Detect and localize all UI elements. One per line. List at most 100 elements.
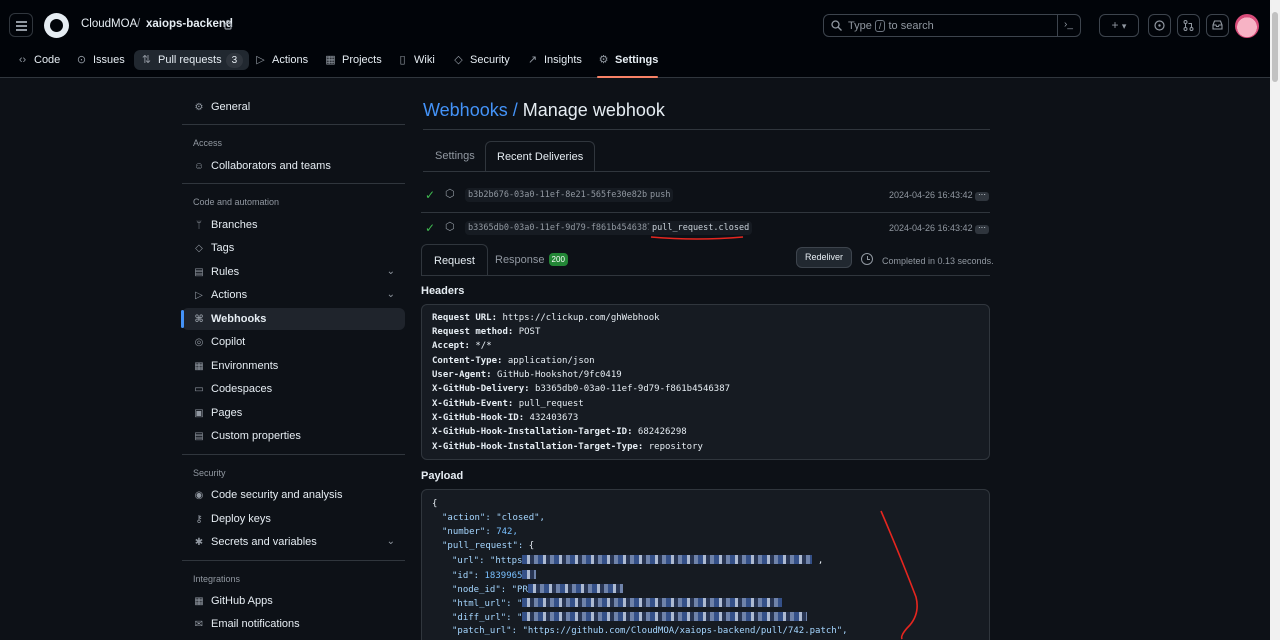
sidebar-item-environments[interactable]: ▦ Environments [182,355,405,377]
tab-request[interactable]: Request [421,244,488,276]
more-options-button[interactable]: ··· [975,224,989,234]
header-value: */* [475,341,492,351]
sidebar-divider [182,124,405,125]
tab-pull-requests-label: Pull requests [158,54,222,66]
sidebar-item-actions[interactable]: ▷ Actions ⌄ [182,284,405,306]
sidebar-item-copilot[interactable]: ◎ Copilot [182,331,405,353]
header-line: X-GitHub-Hook-Installation-Target-Type: … [432,442,703,452]
tab-response[interactable]: Response 200 [483,244,580,276]
sidebar-item-label: GitHub Apps [211,595,273,607]
package-icon: ⬡ [445,221,455,233]
header-line: Request URL: https://clickup.com/ghWebho… [432,313,660,323]
tab-settings[interactable]: ⚙ Settings [597,50,659,78]
tab-wiki-label: Wiki [414,54,435,66]
sidebar-item-label: Branches [211,219,258,231]
chevron-down-icon[interactable]: ⌄ [387,531,395,553]
chevron-down-icon[interactable]: ⌄ [387,284,395,306]
tag-icon: ◇ [195,243,203,254]
payload-brace: { [528,541,535,551]
pull-requests-button[interactable] [1177,14,1200,37]
sidebar-item-github-apps[interactable]: ▦ GitHub Apps [182,590,405,612]
header-line: Request method: POST [432,327,540,337]
payload-line: "number": 742, [442,527,518,537]
header-line: X-GitHub-Delivery: b3365db0-03a0-11ef-9d… [432,384,730,394]
menu-button[interactable] [9,13,33,37]
more-options-button[interactable]: ··· [975,191,989,201]
search-text-after: to search [888,20,934,32]
redeliver-button[interactable]: Redeliver [796,247,852,268]
tab-recent-deliveries[interactable]: Recent Deliveries [485,141,596,172]
webhooks-breadcrumb-link[interactable]: Webhooks [423,100,508,120]
header-value: POST [518,327,541,337]
payload-value: "https://github.com/CloudMOA/xaiops-back… [522,626,848,636]
page-scrollbar[interactable] [1270,0,1280,640]
owner-link[interactable]: CloudMOA [81,18,137,30]
check-icon: ✓ [425,221,436,235]
sidebar-item-webhooks[interactable]: ⌘ Webhooks [181,308,405,330]
sidebar-item-deploy-keys[interactable]: ⚷ Deploy keys [182,508,405,530]
sidebar-item-secrets[interactable]: ✱ Secrets and variables ⌄ [182,531,405,553]
tab-projects[interactable]: ▦ Projects [324,50,381,78]
tab-wiki[interactable]: ▯ Wiki [396,50,435,78]
title-divider [423,129,990,130]
sidebar-section-integrations: Integrations [193,574,241,584]
inbox-icon [1212,20,1223,30]
tab-security[interactable]: ◇ Security [452,50,510,78]
create-new-button[interactable]: + ▾ [1099,14,1139,37]
sidebar-item-custom-properties[interactable]: ▤ Custom properties [182,425,405,447]
sidebar-item-label: Tags [211,242,235,254]
header-key: Request URL: [432,313,498,323]
sidebar-item-general[interactable]: ⚙ General [182,96,405,118]
payload-value: 742, [496,527,518,537]
mail-icon: ✉ [194,619,204,630]
branch-icon: ᛘ [196,220,202,231]
header-value: https://clickup.com/ghWebhook [502,313,660,323]
sidebar-item-label: Actions [211,289,248,301]
tab-issues[interactable]: ⊙ Issues [75,50,125,78]
tab-security-label: Security [470,54,510,66]
header-value: pull_request [518,399,584,409]
sidebar-item-codespaces[interactable]: ▭ Codespaces [182,378,405,400]
key-icon: ⚷ [195,514,203,525]
delivery-row[interactable]: ✓ ⬡ b3b2b676-03a0-11ef-8e21-565fe30e82b0… [421,180,990,212]
sidebar-item-tags[interactable]: ◇ Tags [182,237,405,259]
sidebar-item-label: Deploy keys [211,513,271,525]
sidebar-item-code-security[interactable]: ◉ Code security and analysis [182,484,405,506]
header-line: Content-Type: application/json [432,356,595,366]
header-line: X-GitHub-Event: pull_request [432,399,584,409]
sidebar-divider [182,454,405,455]
user-avatar[interactable] [1235,14,1259,38]
request-tab-divider [421,275,990,276]
tab-code[interactable]: ‹› Code [16,50,60,78]
command-palette-icon[interactable]: ›_ [1064,19,1073,30]
chevron-down-icon[interactable]: ⌄ [387,261,395,283]
sidebar-item-email-notifications[interactable]: ✉ Email notifications [182,613,405,635]
scrollbar-thumb[interactable] [1272,12,1278,82]
repo-link[interactable]: xaiops-backend [146,18,233,30]
delivery-event: pull_request.closed [649,221,753,235]
sidebar-item-collaborators[interactable]: ☺ Collaborators and teams [182,155,405,177]
header-key: User-Agent: [432,370,492,380]
header-value: 682426298 [637,427,687,437]
tab-webhook-settings[interactable]: Settings [424,141,486,172]
header-key: X-GitHub-Event: [432,399,514,409]
delivery-guid: b3365db0-03a0-11ef-9d79-f861b4546387 [465,221,656,235]
sidebar-item-label: Copilot [211,336,246,348]
sidebar-item-label: Collaborators and teams [211,160,331,172]
sidebar-item-branches[interactable]: ᛘ Branches [182,214,405,236]
github-logo-icon[interactable] [44,13,69,38]
sidebar-item-rules[interactable]: ▤ Rules ⌄ [182,261,405,283]
search-input[interactable]: Type / to search ›_ [823,14,1081,37]
issues-button[interactable] [1148,14,1171,37]
caret-down-icon: ▾ [1121,21,1127,31]
tab-pull-requests[interactable]: ⇅ Pull requests 3 [134,50,250,70]
issue-opened-icon: ⊙ [76,54,87,66]
sidebar-divider [182,183,405,184]
redacted-value [522,598,783,607]
payload-line: "diff_url": " [452,612,808,623]
sidebar-item-pages[interactable]: ▣ Pages [182,402,405,424]
tab-actions[interactable]: ▷ Actions [254,50,308,78]
tab-insights[interactable]: ↗ Insights [526,50,582,78]
headers-box: Request URL: https://clickup.com/ghWebho… [421,304,990,460]
inbox-button[interactable] [1206,14,1229,37]
